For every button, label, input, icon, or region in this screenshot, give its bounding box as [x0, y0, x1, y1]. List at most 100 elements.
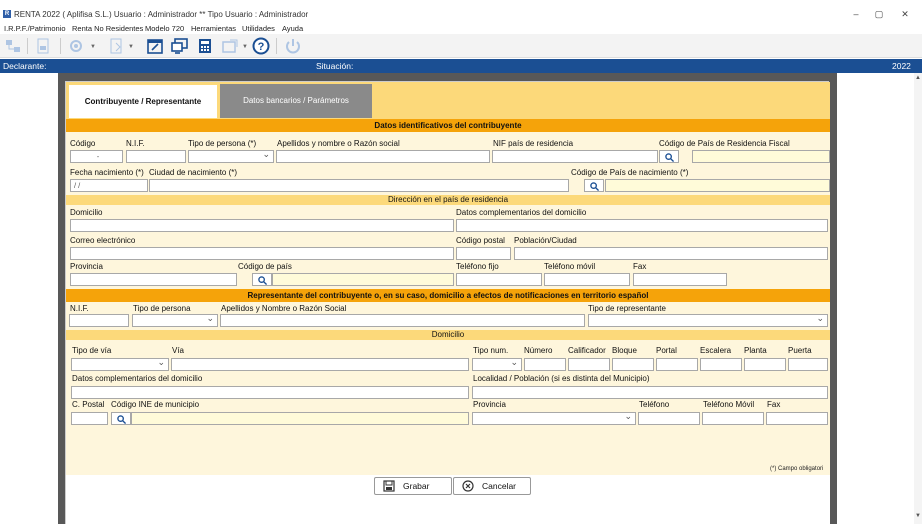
nif-pais-field[interactable]	[492, 150, 658, 163]
chevron-down-icon[interactable]: ▼	[242, 44, 248, 50]
toolbar: ▼ ▼ ▼ ?	[0, 34, 922, 58]
search-button[interactable]	[252, 273, 272, 286]
tab-contribuyente[interactable]: Contribuyente / Representante	[69, 85, 217, 118]
scrollbar[interactable]: ▲ ▼	[914, 73, 922, 524]
svg-text:?: ?	[258, 41, 265, 53]
grabar-button[interactable]: Grabar	[374, 477, 452, 495]
dom-datos-compl-field[interactable]	[71, 386, 469, 399]
calificador-field[interactable]	[568, 358, 610, 371]
monitor-icon[interactable]	[171, 37, 189, 55]
settings-icon[interactable]	[67, 37, 85, 55]
tipo-repres-select[interactable]	[588, 313, 828, 327]
menu-utilidades[interactable]: Utilidades	[242, 24, 275, 33]
provincia-field[interactable]	[70, 273, 237, 286]
portal-field[interactable]	[656, 358, 698, 371]
minimize-button[interactable]: –	[849, 9, 863, 19]
codigo-field[interactable]: -	[70, 150, 123, 163]
apellidos-field[interactable]	[276, 150, 490, 163]
tipo-via-label: Tipo de vía	[72, 346, 112, 355]
search-button[interactable]	[659, 150, 679, 163]
tipo-num-label: Tipo num.	[473, 346, 509, 355]
year-label: 2022	[892, 61, 911, 71]
cancelar-button[interactable]: Cancelar	[453, 477, 531, 495]
localidad-field[interactable]	[472, 386, 828, 399]
puerta-field[interactable]	[788, 358, 828, 371]
repres-tipo-persona-select[interactable]	[132, 313, 218, 327]
tipo-via-select[interactable]	[71, 357, 169, 371]
c-postal-field[interactable]	[71, 412, 108, 425]
tree-icon[interactable]	[4, 37, 22, 55]
poblacion-field[interactable]	[514, 247, 828, 260]
cod-pais-field[interactable]	[272, 273, 454, 286]
tipo-persona-select[interactable]	[188, 149, 274, 163]
representante-region: N.I.F. Tipo de persona Apellidos y Nombr…	[66, 302, 830, 330]
fecha-nac-field[interactable]: / /	[70, 179, 148, 192]
cod-ine-field[interactable]	[131, 412, 469, 425]
fax-field[interactable]	[633, 273, 727, 286]
tel-fijo-field[interactable]	[456, 273, 542, 286]
folder-export-icon[interactable]	[221, 37, 239, 55]
bloque-field[interactable]	[612, 358, 654, 371]
cod-postal-field[interactable]	[456, 247, 511, 260]
tab-datos-bancarios[interactable]: Datos bancarios / Parámetros	[220, 84, 372, 118]
export-icon[interactable]	[108, 37, 126, 55]
cod-pais-label: Código de país	[238, 262, 292, 271]
tel-movil-field[interactable]	[544, 273, 630, 286]
telefono-field[interactable]	[638, 412, 700, 425]
cod-postal-label: Código postal	[456, 236, 505, 245]
calendar-edit-icon[interactable]	[146, 37, 164, 55]
section-datos-identificativos: Datos identificativos del contribuyente	[66, 119, 830, 132]
cod-pais-res-field[interactable]	[692, 150, 830, 163]
cod-pais-res-label: Código de País de Residencia Fiscal	[659, 139, 790, 148]
scroll-up-icon[interactable]: ▲	[915, 75, 921, 81]
dom-fax-field[interactable]	[766, 412, 828, 425]
menu-ayuda[interactable]: Ayuda	[282, 24, 303, 33]
calculator-icon[interactable]	[196, 37, 214, 55]
cod-pais-nac-field[interactable]	[605, 179, 830, 192]
menu-renta-no-residentes[interactable]: Renta No Residentes	[72, 24, 143, 33]
menu-herramientas[interactable]: Herramientas	[191, 24, 236, 33]
poblacion-label: Población/Ciudad	[514, 236, 577, 245]
tipo-num-select[interactable]	[472, 357, 522, 371]
search-button[interactable]	[584, 179, 604, 192]
datos-compl-label: Datos complementarios del domicilio	[456, 208, 587, 217]
ciudad-nac-field[interactable]	[149, 179, 569, 192]
dom-provincia-select[interactable]	[472, 411, 636, 425]
dom-fax-label: Fax	[767, 400, 781, 409]
domicilio-field[interactable]	[70, 219, 454, 232]
search-button[interactable]	[111, 412, 131, 425]
tipo-persona-label: Tipo de persona (*)	[188, 139, 257, 148]
escalera-field[interactable]	[700, 358, 742, 371]
menu-irpf[interactable]: I.R.P.F./Patrimonio	[4, 24, 66, 33]
planta-field[interactable]	[744, 358, 786, 371]
repres-apellidos-field[interactable]	[220, 314, 585, 327]
nif-field[interactable]	[126, 150, 186, 163]
domicilio-region: Tipo de vía Vía Tipo num. Número Calific…	[66, 340, 830, 475]
via-field[interactable]	[171, 358, 469, 371]
localidad-label: Localidad / Población (si es distinta de…	[473, 374, 650, 383]
dialog-frame: Contribuyente / Representante Datos banc…	[58, 73, 837, 525]
chevron-down-icon[interactable]: ▼	[128, 44, 134, 50]
repres-apellidos-label: Apellidos y Nombre o Razón Social	[221, 304, 347, 313]
datos-compl-field[interactable]	[456, 219, 828, 232]
chevron-down-icon[interactable]: ▼	[90, 44, 96, 50]
domicilio-label: Domicilio	[70, 208, 103, 217]
nif-pais-label: NIF país de residencia	[493, 139, 574, 148]
maximize-button[interactable]: ▢	[872, 9, 886, 20]
correo-field[interactable]	[70, 247, 454, 260]
power-icon[interactable]	[284, 37, 302, 55]
search-icon	[590, 182, 599, 191]
repres-nif-field[interactable]	[69, 314, 129, 327]
help-icon[interactable]: ?	[252, 37, 270, 55]
dom-tel-movil-field[interactable]	[702, 412, 764, 425]
required-note: (*) Campo obligatori	[770, 466, 824, 472]
numero-field[interactable]	[524, 358, 566, 371]
scroll-down-icon[interactable]: ▼	[915, 513, 921, 519]
calificador-label: Calificador	[568, 346, 606, 355]
search-icon	[665, 153, 674, 162]
document-icon[interactable]	[34, 37, 52, 55]
menu-modelo-720[interactable]: Modelo 720	[145, 24, 184, 33]
close-button[interactable]: ✕	[898, 9, 912, 20]
cod-pais-nac-label: Código de País de nacimiento (*)	[571, 168, 689, 177]
dom-datos-compl-label: Datos complementarios del domicilio	[72, 374, 203, 383]
